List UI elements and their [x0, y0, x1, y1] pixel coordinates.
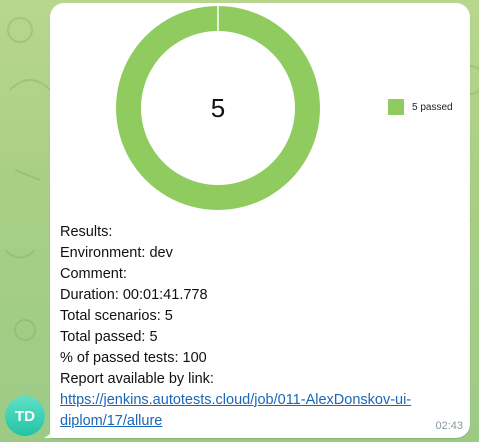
line-comment: Comment:	[60, 266, 127, 282]
line-percent-passed: % of passed tests: 100	[60, 350, 207, 366]
report-link-part1[interactable]: https://jenkins.autotests.cloud/job/011-…	[60, 392, 411, 408]
legend-label-passed: 5 passed	[412, 101, 453, 113]
report-lines: Results: Environment: dev Comment: Durat…	[60, 222, 411, 432]
test-results-chart: 5 5 passed	[50, 3, 470, 218]
line-environment: Environment: dev	[60, 245, 173, 261]
sender-avatar[interactable]: TD	[5, 396, 45, 436]
line-results: Results:	[60, 224, 113, 240]
report-link-part2[interactable]: diplom/17/allure	[60, 413, 162, 429]
message-bubble: 5 5 passed Results: Environment: dev Com…	[50, 3, 470, 438]
message-time: 02:43	[435, 420, 463, 432]
line-total-passed: Total passed: 5	[60, 329, 158, 345]
avatar-initials: TD	[15, 407, 35, 425]
report-link[interactable]: https://jenkins.autotests.cloud/job/011-…	[60, 390, 411, 432]
legend-swatch-passed	[388, 99, 404, 115]
line-duration: Duration: 00:01:41.778	[60, 287, 208, 303]
donut-center-value: 5	[211, 93, 225, 123]
chart-legend: 5 passed	[388, 99, 453, 115]
line-total-scenarios: Total scenarios: 5	[60, 308, 173, 324]
line-report-link-label: Report available by link:	[60, 371, 214, 387]
